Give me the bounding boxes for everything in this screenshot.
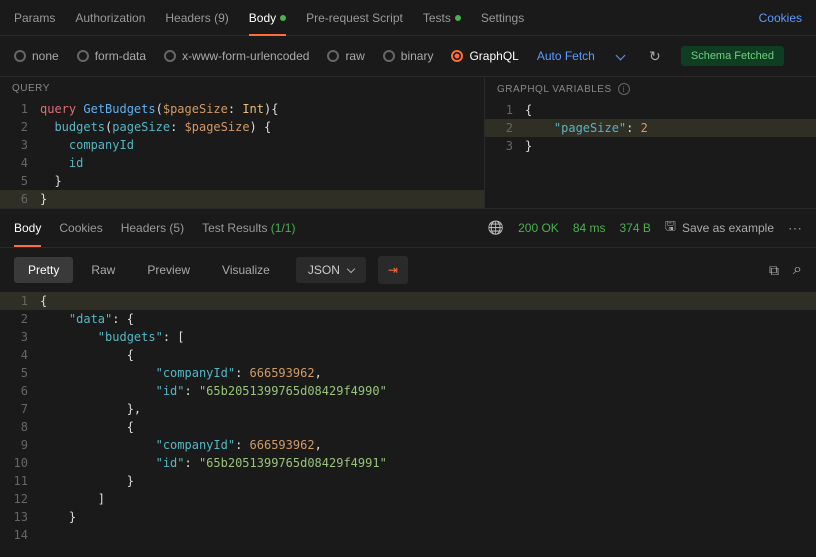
radio-icon xyxy=(164,50,176,62)
body-changed-indicator-icon xyxy=(280,15,286,21)
view-visualize[interactable]: Visualize xyxy=(208,257,284,283)
variables-pane: GRAPHQL VARIABLES i 1{ 2 "pageSize": 2 3} xyxy=(485,77,816,208)
view-mode-row: Pretty Raw Preview Visualize JSON ⇥ xyxy=(0,248,816,292)
response-tab-test-results[interactable]: Test Results (1/1) xyxy=(202,217,295,239)
variables-header: GRAPHQL VARIABLES xyxy=(497,84,612,95)
variables-editor[interactable]: 1{ 2 "pageSize": 2 3} xyxy=(485,101,816,155)
radio-form-data[interactable]: form-data xyxy=(77,49,146,63)
query-editor[interactable]: 1query GetBudgets($pageSize: Int){ 2 bud… xyxy=(0,100,484,208)
copy-icon[interactable] xyxy=(769,262,779,279)
request-tabs-row: Params Authorization Headers (9) Body Pr… xyxy=(0,0,816,36)
radio-icon xyxy=(77,50,89,62)
response-tab-headers[interactable]: Headers (5) xyxy=(121,217,184,239)
tab-params[interactable]: Params xyxy=(14,1,55,35)
response-body[interactable]: 1{ 2 "data": { 3 "budgets": [ 4 { 5 "com… xyxy=(0,292,816,544)
radio-icon xyxy=(14,50,26,62)
chevron-down-icon[interactable] xyxy=(613,48,629,64)
radio-icon xyxy=(383,50,395,62)
view-preview[interactable]: Preview xyxy=(133,257,204,283)
tab-body[interactable]: Body xyxy=(249,1,286,35)
radio-none[interactable]: none xyxy=(14,49,59,63)
chevron-down-icon xyxy=(348,263,354,277)
status-code: 200 OK xyxy=(518,221,559,235)
radio-selected-icon xyxy=(451,50,463,62)
editor-split: QUERY 1query GetBudgets($pageSize: Int){… xyxy=(0,76,816,209)
view-pretty[interactable]: Pretty xyxy=(14,257,73,283)
radio-graphql[interactable]: GraphQL xyxy=(451,49,518,63)
tests-indicator-icon xyxy=(455,15,461,21)
response-tab-body[interactable]: Body xyxy=(14,217,41,239)
tab-prerequest[interactable]: Pre-request Script xyxy=(306,1,403,35)
view-raw[interactable]: Raw xyxy=(77,257,129,283)
status-time: 84 ms xyxy=(573,221,606,235)
floppy-icon xyxy=(665,217,676,239)
format-select[interactable]: JSON xyxy=(296,257,366,283)
tab-authorization[interactable]: Authorization xyxy=(75,1,145,35)
more-actions-icon[interactable] xyxy=(788,220,802,237)
search-icon[interactable] xyxy=(793,261,802,279)
save-as-example-button[interactable]: Save as example xyxy=(665,217,774,239)
radio-raw[interactable]: raw xyxy=(327,49,364,63)
tab-settings[interactable]: Settings xyxy=(481,1,524,35)
query-pane: QUERY 1query GetBudgets($pageSize: Int){… xyxy=(0,77,485,208)
radio-binary[interactable]: binary xyxy=(383,49,434,63)
cookies-link[interactable]: Cookies xyxy=(759,11,802,25)
info-icon[interactable]: i xyxy=(618,83,630,95)
status-size: 374 B xyxy=(620,221,651,235)
refresh-schema-icon[interactable] xyxy=(647,48,663,64)
radio-icon xyxy=(327,50,339,62)
body-type-row: none form-data x-www-form-urlencoded raw… xyxy=(0,36,816,76)
response-tabs-row: Body Cookies Headers (5) Test Results (1… xyxy=(0,209,816,248)
response-tab-cookies[interactable]: Cookies xyxy=(59,217,102,239)
globe-icon[interactable] xyxy=(488,220,504,236)
wrap-lines-button[interactable]: ⇥ xyxy=(378,256,408,284)
query-header: QUERY xyxy=(0,77,484,100)
radio-urlencoded[interactable]: x-www-form-urlencoded xyxy=(164,49,309,63)
tab-tests[interactable]: Tests xyxy=(423,1,461,35)
tab-headers[interactable]: Headers (9) xyxy=(165,1,228,35)
autofetch-toggle[interactable]: Auto Fetch xyxy=(537,49,595,63)
schema-fetched-badge: Schema Fetched xyxy=(681,46,784,66)
